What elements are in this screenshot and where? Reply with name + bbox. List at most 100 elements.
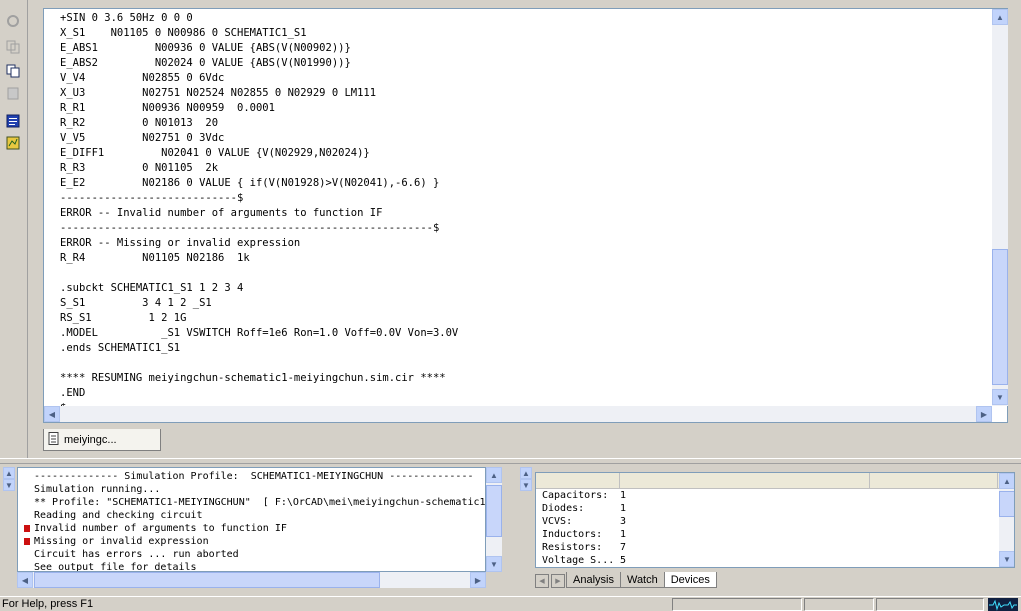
device-row[interactable]: VCVS: 3 (536, 515, 1014, 528)
scroll-down-button[interactable]: ▼ (992, 389, 1008, 405)
pane-scroll-down-button[interactable]: ▼ (3, 479, 15, 491)
scroll-left-button[interactable]: ◀ (44, 406, 60, 422)
device-count: 1 (620, 503, 627, 514)
paste-disabled-icon[interactable] (4, 84, 22, 102)
copy-disabled-icon[interactable] (4, 38, 22, 56)
waveform-icon (988, 598, 1018, 611)
probe-icon[interactable] (4, 12, 22, 30)
device-type: Diodes: (542, 503, 585, 514)
tab-output-file[interactable]: meiyingc... (43, 429, 161, 451)
bottom-tab-strip: ◀ ▶ Analysis Watch Devices (535, 571, 717, 588)
simulation-log-text: -------------- Simulation Profile: SCHEM… (18, 470, 485, 572)
netlist-line: X_U3 N02751 N02524 N02855 0 N02929 0 LM1… (60, 87, 377, 99)
scroll-thumb[interactable] (486, 485, 502, 537)
log-line-text: Reading and checking circuit (34, 510, 203, 521)
netlist-line: ERROR -- Invalid number of arguments to … (60, 207, 383, 219)
netlist-line: E_ABS2 N02024 0 VALUE {ABS(V(N01990))} (60, 57, 351, 69)
log-line-text: Simulation running... (34, 484, 161, 495)
pane-scroll-up-button[interactable]: ▲ (3, 467, 15, 479)
sim-horizontal-scrollbar[interactable]: ◀ ▶ (17, 572, 486, 588)
status-cell (672, 598, 802, 611)
device-row[interactable]: Resistors: 7 (536, 541, 1014, 554)
netlist-line: **** RESUMING meiyingchun-schematic1-mei… (60, 372, 446, 384)
left-toolbar (0, 0, 28, 458)
netlist-line: .subckt SCHEMATIC1_S1 1 2 3 4 (60, 282, 244, 294)
log-line-text: Invalid number of arguments to function … (34, 523, 287, 534)
netlist-line: E_E2 N02186 0 VALUE { if(V(N01928)>V(N02… (60, 177, 440, 189)
device-type: Voltage S... (542, 555, 615, 566)
scroll-thumb[interactable] (999, 491, 1014, 517)
editor-horizontal-scrollbar[interactable]: ◀ ▶ (44, 406, 992, 422)
netlist-text: +SIN 0 3.6 50Hz 0 0 0 X_S1 N01105 0 N0098… (60, 11, 988, 406)
devices-pane: ▲ ▼ Capacitors: 1 Diodes: 1 VCVS: 3 Inductors:… (517, 464, 1021, 594)
editor-vertical-scrollbar[interactable]: ▲ ▼ (992, 9, 1008, 406)
simulation-settings-icon[interactable] (4, 112, 22, 130)
device-count: 1 (620, 490, 627, 501)
scroll-thumb[interactable] (992, 249, 1008, 385)
device-row[interactable]: Capacitors: 1 (536, 489, 1014, 502)
netlist-line (60, 356, 988, 371)
status-cell (804, 598, 874, 611)
device-type: Inductors: (542, 529, 603, 540)
scroll-up-button[interactable]: ▲ (992, 9, 1008, 25)
log-line-text: -------------- Simulation Profile: SCHEM… (34, 471, 474, 482)
log-line: Circuit has errors ... run aborted (18, 548, 485, 561)
netlist-line: R_R4 N01105 N02186 1k (60, 252, 250, 264)
log-line-text: See output file for details (34, 562, 197, 572)
netlist-line: V_V4 N02855 0 6Vdc (60, 72, 225, 84)
devices-vertical-scrollbar[interactable]: ▲ ▼ (999, 473, 1014, 567)
device-row[interactable]: Voltage S... 5 (536, 554, 1014, 567)
netlist-line: ERROR -- Missing or invalid expression (60, 237, 301, 249)
scroll-right-button[interactable]: ▶ (470, 572, 486, 588)
netlist-line: +SIN 0 3.6 50Hz 0 0 0 (60, 12, 193, 24)
log-line: Invalid number of arguments to function … (18, 522, 485, 535)
scroll-left-button[interactable]: ◀ (17, 572, 33, 588)
scroll-up-button[interactable]: ▲ (999, 473, 1014, 489)
document-icon (48, 431, 60, 448)
netlist-line: .MODEL _S1 VSWITCH Roff=1e6 Ron=1.0 Voff… (60, 327, 459, 339)
copy-icon[interactable] (4, 62, 22, 80)
tab-nav-right-button[interactable]: ▶ (551, 574, 565, 588)
scroll-down-button[interactable]: ▼ (486, 556, 502, 572)
output-file-icon[interactable] (4, 134, 22, 152)
device-row[interactable]: Diodes: 1 (536, 502, 1014, 515)
device-type: Resistors: (542, 542, 603, 553)
device-row[interactable]: Inductors: 1 (536, 528, 1014, 541)
document-tab-strip: meiyingc... (28, 425, 1021, 458)
netlist-line: S_S1 3 4 1 2 _S1 (60, 297, 212, 309)
tab-nav-left-button[interactable]: ◀ (535, 574, 549, 588)
scroll-right-button[interactable]: ▶ (976, 406, 992, 422)
tab-label: meiyingc... (64, 433, 117, 446)
error-marker-icon (24, 525, 30, 532)
log-line: See output file for details (18, 561, 485, 572)
device-list[interactable]: Capacitors: 1 Diodes: 1 VCVS: 3 Inductors: 1 Res… (535, 472, 1015, 568)
netlist-line: E_DIFF1 N02041 0 VALUE {V(N02929,N02024)… (60, 147, 370, 159)
netlist-line: ----------------------------------------… (60, 222, 440, 234)
tab-watch[interactable]: Watch (619, 572, 665, 588)
netlist-line: X_S1 N01105 0 N00986 0 SCHEMATIC1_S1 (60, 27, 307, 39)
log-line: Simulation running... (18, 483, 485, 496)
pane-scroll-down-button[interactable]: ▼ (520, 479, 532, 491)
scroll-thumb[interactable] (34, 572, 380, 588)
log-line: -------------- Simulation Profile: SCHEM… (18, 470, 485, 483)
error-marker-icon (24, 538, 30, 545)
simulation-output-pane: ▲ ▼ -------------- Simulation Profile: S… (0, 464, 512, 594)
log-line: Missing or invalid expression (18, 535, 485, 548)
output-file-view[interactable]: +SIN 0 3.6 50Hz 0 0 0 X_S1 N01105 0 N0098… (43, 8, 1008, 423)
scroll-down-button[interactable]: ▼ (999, 551, 1014, 567)
status-bar: For Help, press F1 (0, 596, 1021, 611)
log-line-text: Missing or invalid expression (34, 536, 209, 547)
tab-devices[interactable]: Devices (663, 572, 717, 588)
netlist-line: ----------------------------$ (60, 192, 244, 204)
simulation-log[interactable]: -------------- Simulation Profile: SCHEM… (17, 467, 486, 572)
tab-analysis[interactable]: Analysis (566, 572, 621, 588)
log-line-text: Circuit has errors ... run aborted (34, 549, 239, 560)
log-line: Reading and checking circuit (18, 509, 485, 522)
sim-vertical-scrollbar[interactable]: ▲ ▼ (486, 467, 502, 572)
netlist-line: E_ABS1 N00936 0 VALUE {ABS(V(N00902))} (60, 42, 351, 54)
netlist-line: RS_S1 1 2 1G (60, 312, 187, 324)
device-type: Capacitors: (542, 490, 609, 501)
scroll-up-button[interactable]: ▲ (486, 467, 502, 483)
pane-scroll-up-button[interactable]: ▲ (520, 467, 532, 479)
device-count: 7 (620, 542, 627, 553)
